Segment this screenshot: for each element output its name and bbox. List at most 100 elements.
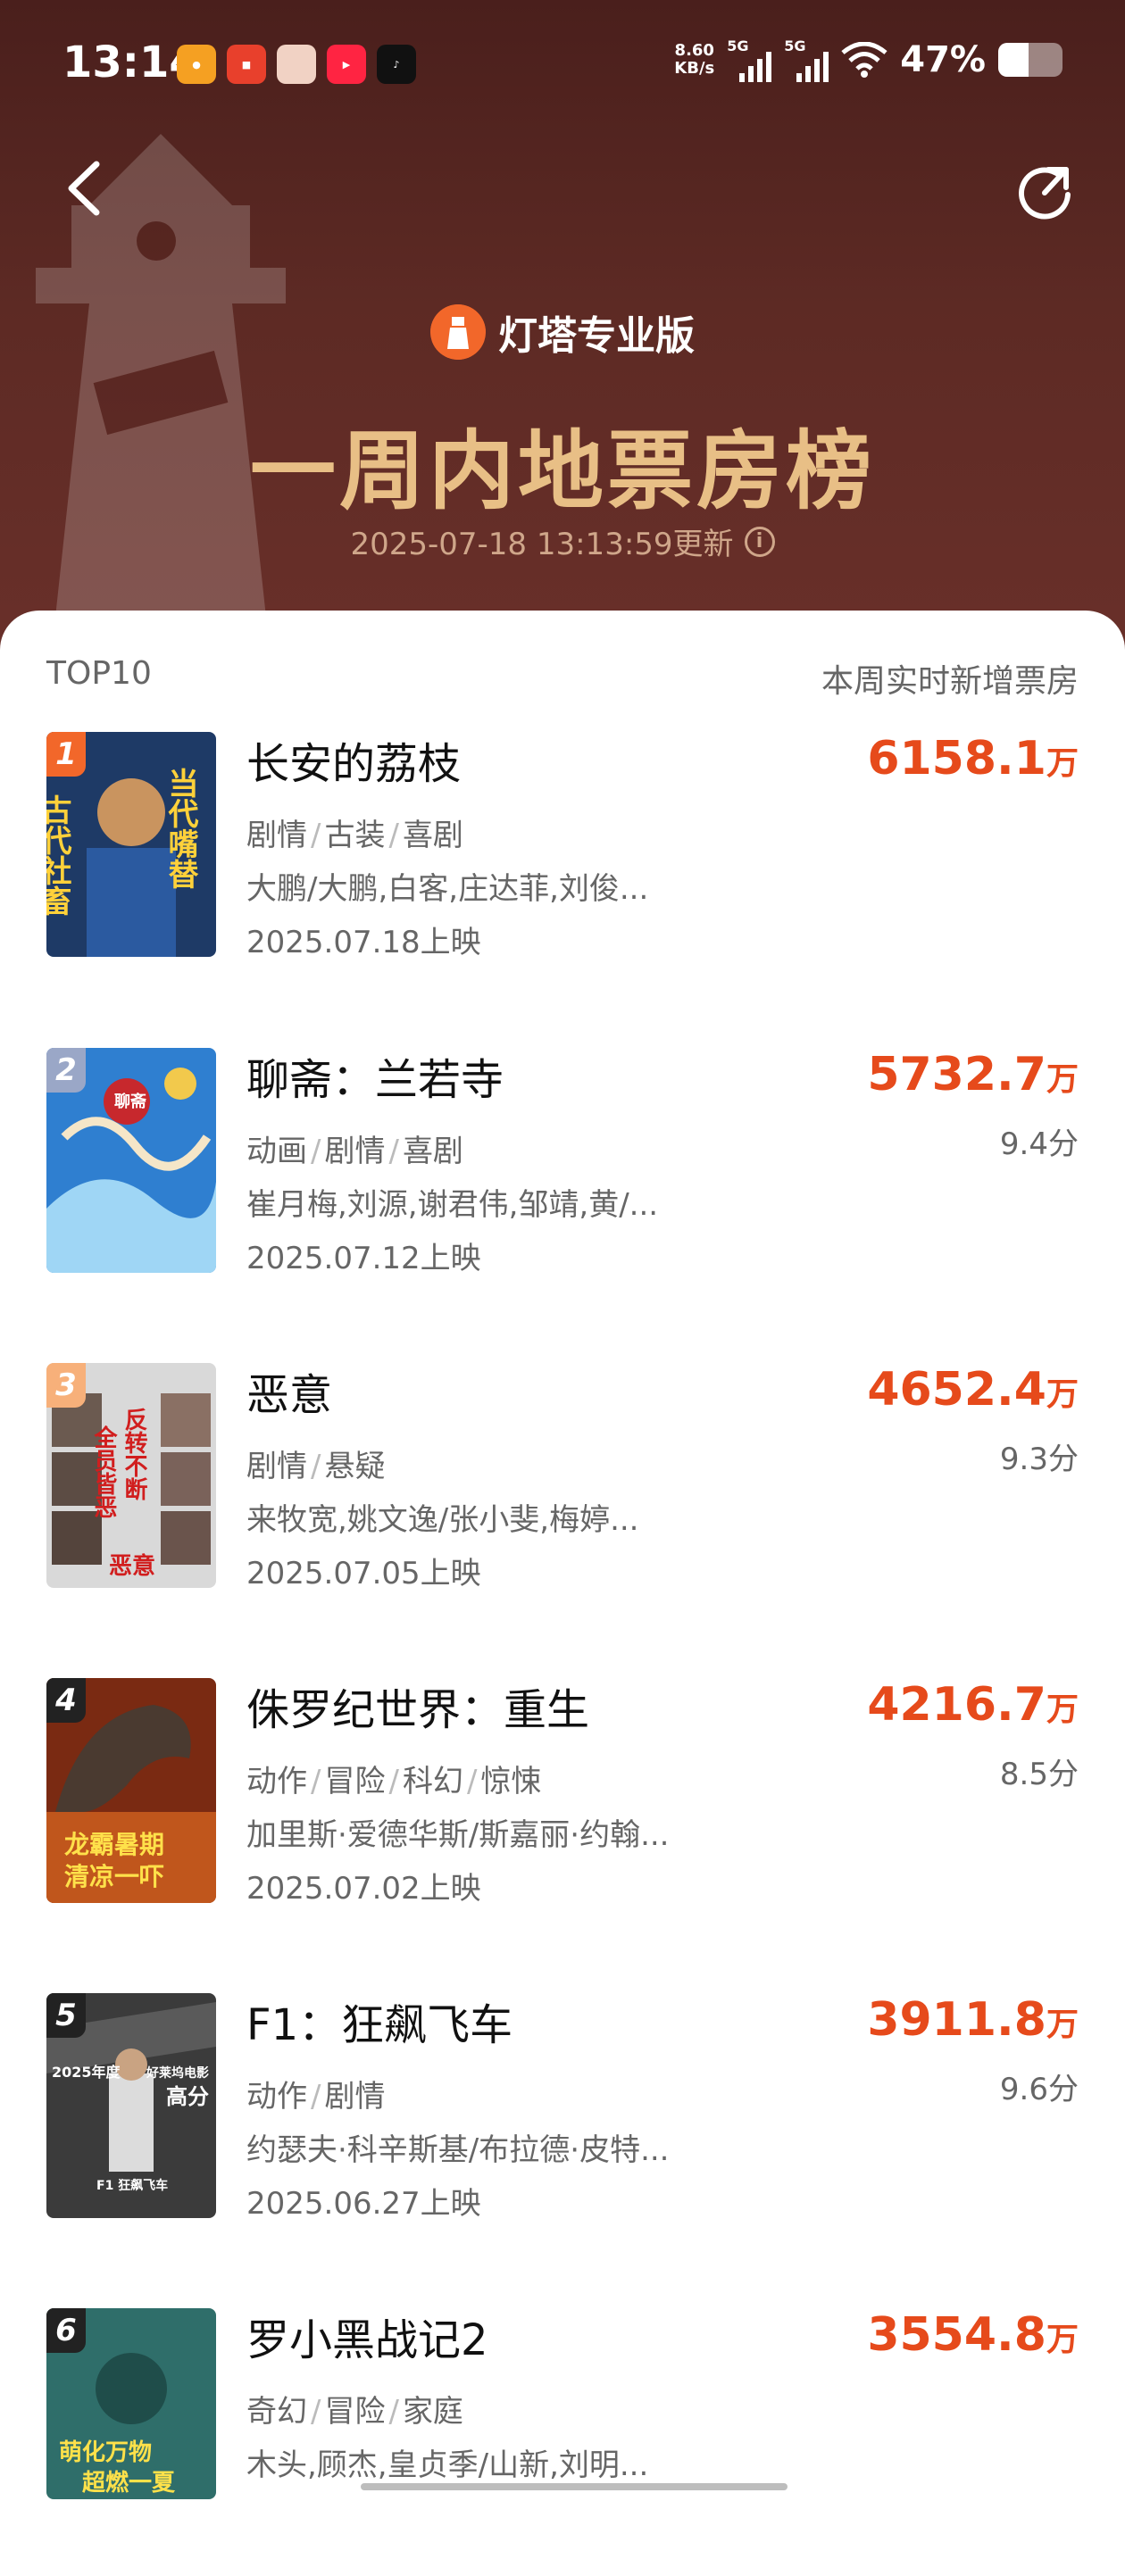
signal-icon: 5G xyxy=(784,37,829,82)
avatar-app-icon xyxy=(277,45,316,84)
movie-cast: 大鹏/大鹏,白客,庄达菲,刘俊... xyxy=(246,871,649,907)
share-icon[interactable] xyxy=(1014,159,1077,221)
movie-row[interactable]: 古代社畜 当代嘴替 1 长安的荔枝 剧情 / 古装 / 喜剧 大鹏/大鹏,白客,庄达菲,… xyxy=(0,732,1125,1000)
box-office-unit: 万 xyxy=(1046,745,1079,782)
movie-score: 9.3分 xyxy=(999,1442,1079,1477)
genre-tag: 动作 xyxy=(246,2079,307,2115)
rank-badge: 2 xyxy=(46,1048,86,1093)
movie-cast: 崔月梅,刘源,谢君伟,邹靖,黄/... xyxy=(246,1187,659,1223)
poster-text: 超燃一夏 xyxy=(82,2470,176,2497)
box-office: 4652.4万 xyxy=(867,1363,1079,1417)
genre-tag: 喜剧 xyxy=(402,1134,463,1169)
movie-genres: 动作 / 冒险 / 科幻 / 惊悚 xyxy=(246,1764,542,1799)
wifi-icon xyxy=(841,42,888,78)
signal-icon: 5G xyxy=(727,37,772,82)
genre-tag: 冒险 xyxy=(324,2394,386,2430)
genre-tag: 科幻 xyxy=(402,1764,463,1799)
box-office-unit: 万 xyxy=(1046,2322,1079,2358)
movie-genres: 动画 / 剧情 / 喜剧 xyxy=(246,1134,463,1169)
movie-cast: 木头,顾杰,皇贞季/山新,刘明... xyxy=(246,2447,649,2483)
box-office-value: 3911.8 xyxy=(867,1993,1046,2047)
release-date: 2025.07.18上映 xyxy=(246,925,481,960)
poster-text: F1 狂飙飞车 xyxy=(96,2178,168,2193)
genre-tag: 剧情 xyxy=(324,1134,386,1169)
lighthouse-logo-icon xyxy=(430,304,486,360)
poster-text: 2025年度 xyxy=(52,2064,121,2081)
movie-row[interactable]: 聊斋 2 聊斋：兰若寺 动画 / 剧情 / 喜剧 崔月梅,刘源,谢君伟,邹靖,黄/...… xyxy=(0,1048,1125,1316)
genre-tag: 剧情 xyxy=(246,1449,307,1484)
video-app-icon: ▶ xyxy=(327,45,366,84)
update-time: 2025-07-18 13:13:59更新 i xyxy=(0,519,1125,563)
movie-poster[interactable]: 2025年度 好莱坞电影 高分 F1 狂飙飞车 5 xyxy=(46,1993,216,2218)
back-arrow-icon[interactable] xyxy=(61,157,114,220)
movie-genres: 动作 / 剧情 xyxy=(246,2079,386,2115)
box-office: 3554.8万 xyxy=(867,2308,1079,2362)
box-office-unit: 万 xyxy=(1046,1691,1079,1728)
brand: 灯塔专业版 xyxy=(0,303,1125,361)
page-title: 一周内地票房榜 xyxy=(250,421,875,521)
poster-text: 高分 xyxy=(166,2084,209,2109)
movie-title[interactable]: 长安的荔枝 xyxy=(246,728,461,791)
movie-row[interactable]: 萌化万物 超燃一夏 6 罗小黑战记2 奇幻 / 冒险 / 家庭 木头,顾杰,皇贞季/山新… xyxy=(0,2308,1125,2576)
box-office-unit: 万 xyxy=(1046,2007,1079,2043)
genre-tag: 剧情 xyxy=(246,818,307,853)
box-office: 4216.7万 xyxy=(867,1678,1079,1732)
movie-row[interactable]: 全员皆恶 反转不断 恶意 3 恶意 剧情 / 悬疑 来牧宽,姚文逸/张小斐,梅婷..… xyxy=(0,1363,1125,1631)
poster-text: 反转不断 xyxy=(121,1408,147,1501)
poster-text: 清凉一吓 xyxy=(64,1862,164,1891)
network-speed-unit: KB/s xyxy=(674,59,715,78)
rank-badge: 3 xyxy=(46,1363,86,1408)
genre-tag: 动画 xyxy=(246,1134,307,1169)
update-time-text: 2025-07-18 13:13:59更新 xyxy=(350,527,734,562)
release-date: 2025.06.27上映 xyxy=(246,2186,481,2222)
release-date: 2025.07.12上映 xyxy=(246,1241,481,1276)
app-notification-icon: ● xyxy=(177,45,216,84)
signal-label: 5G xyxy=(727,37,749,54)
movie-title[interactable]: 侏罗纪世界：重生 xyxy=(246,1674,589,1737)
box-office: 3911.8万 xyxy=(867,1993,1079,2047)
poster-text: 古代社畜 xyxy=(46,794,72,916)
box-office-value: 4216.7 xyxy=(867,1678,1046,1732)
genre-tag: 悬疑 xyxy=(324,1449,386,1484)
poster-text: 萌化万物 xyxy=(59,2439,152,2466)
box-office: 5732.7万 xyxy=(867,1048,1079,1101)
movie-row[interactable]: 2025年度 好莱坞电影 高分 F1 狂飙飞车 5 F1：狂飙飞车 动作 / 剧情 … xyxy=(0,1993,1125,2261)
box-office-value: 3554.8 xyxy=(867,2308,1046,2362)
movie-poster[interactable]: 龙霸暑期 清凉一吓 4 xyxy=(46,1678,216,1903)
box-office-value: 5732.7 xyxy=(867,1048,1046,1101)
brand-name: 灯塔专业版 xyxy=(498,313,695,359)
movie-cast: 来牧宽,姚文逸/张小斐,梅婷... xyxy=(246,1502,639,1538)
notification-icons: ● ■ ▶ ♪ xyxy=(177,45,416,84)
box-office-value: 4652.4 xyxy=(867,1363,1046,1417)
movie-title[interactable]: 恶意 xyxy=(246,1359,332,1422)
movie-genres: 剧情 / 古装 / 喜剧 xyxy=(246,818,463,853)
movie-score: 9.4分 xyxy=(999,1126,1079,1162)
home-indicator[interactable] xyxy=(361,2483,788,2490)
movie-poster[interactable]: 全员皆恶 反转不断 恶意 3 xyxy=(46,1363,216,1588)
info-icon[interactable]: i xyxy=(744,526,775,557)
bank-app-icon: ■ xyxy=(227,45,266,84)
movie-title[interactable]: F1：狂飙飞车 xyxy=(246,1990,512,2052)
movie-score: 8.5分 xyxy=(999,1757,1079,1792)
movie-title[interactable]: 罗小黑战记2 xyxy=(246,2305,488,2367)
network-speed: 8.60 KB/s xyxy=(674,42,714,78)
movie-title[interactable]: 聊斋：兰若寺 xyxy=(246,1044,504,1107)
movie-poster[interactable]: 古代社畜 当代嘴替 1 xyxy=(46,732,216,957)
movie-cast: 约瑟夫·科辛斯基/布拉德·皮特... xyxy=(246,2132,670,2168)
battery-icon xyxy=(998,43,1062,77)
box-office-unit: 万 xyxy=(1046,1061,1079,1098)
genre-tag: 奇幻 xyxy=(246,2394,307,2430)
movie-poster[interactable]: 萌化万物 超燃一夏 6 xyxy=(46,2308,216,2499)
genre-tag: 惊悚 xyxy=(480,1764,542,1799)
poster-text: 全员皆恶 xyxy=(90,1425,118,1518)
genre-tag: 古装 xyxy=(324,818,386,853)
box-office: 6158.1万 xyxy=(867,732,1079,785)
genre-tag: 家庭 xyxy=(402,2394,463,2430)
network-speed-value: 8.60 xyxy=(674,41,714,60)
signal-label: 5G xyxy=(784,37,806,54)
movie-row[interactable]: 龙霸暑期 清凉一吓 4 侏罗纪世界：重生 动作 / 冒险 / 科幻 / 惊悚 加里斯·爱德华… xyxy=(0,1678,1125,1946)
rank-badge: 5 xyxy=(46,1993,86,2038)
tiktok-icon: ♪ xyxy=(377,45,416,84)
movie-poster[interactable]: 聊斋 2 xyxy=(46,1048,216,1273)
genre-tag: 剧情 xyxy=(324,2079,386,2115)
